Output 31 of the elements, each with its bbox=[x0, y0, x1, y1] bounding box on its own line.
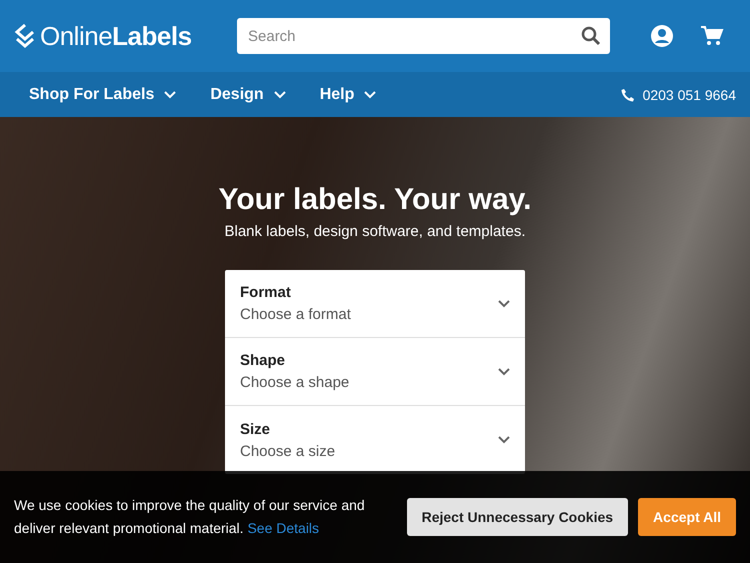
see-details-link[interactable]: See Details bbox=[247, 520, 320, 536]
search-icon[interactable] bbox=[581, 26, 601, 46]
hero-title: Your labels. Your way. bbox=[218, 183, 532, 217]
logo-icon bbox=[14, 23, 36, 49]
caret-icon bbox=[364, 90, 376, 98]
reject-button[interactable]: Reject Unnecessary Cookies bbox=[406, 498, 628, 536]
chevron-down-icon bbox=[498, 300, 510, 308]
finder-dropdown[interactable]: Size Choose a size bbox=[225, 406, 525, 474]
cart-icon[interactable] bbox=[700, 25, 724, 47]
phone-number: 0203 051 9664 bbox=[642, 86, 736, 102]
logo-text[interactable]: OnlineLabels bbox=[40, 20, 192, 52]
nav-menu-link[interactable]: Help bbox=[320, 86, 376, 104]
search-field[interactable]: Search bbox=[237, 18, 610, 54]
account-icon[interactable] bbox=[650, 24, 674, 48]
nav-menu-link[interactable]: Shop For Labels bbox=[29, 86, 176, 104]
chevron-down-icon bbox=[498, 436, 510, 444]
dropdown-label: Size bbox=[240, 420, 272, 438]
phone-icon bbox=[620, 88, 635, 102]
dropdown-label: Format bbox=[240, 284, 292, 301]
caret-icon bbox=[274, 90, 286, 98]
nav-menu-link[interactable]: Design bbox=[210, 86, 286, 104]
hero-subtitle: Blank labels, design software, and templates. bbox=[224, 223, 526, 240]
finder-dropdown[interactable]: Shape Choose a shape bbox=[225, 338, 525, 406]
dropdown-label: Shape bbox=[240, 352, 286, 369]
finder-dropdown[interactable]: Format Choose a format bbox=[225, 270, 525, 338]
chevron-down-icon bbox=[498, 368, 510, 376]
dropdown-value: Choose a shape bbox=[240, 374, 350, 391]
caret-icon bbox=[164, 90, 176, 98]
dropdown-value: Choose a size bbox=[240, 442, 336, 460]
cookie-message: We use cookies to improve the quality of our service and deliver relevant promotional material. See Details bbox=[14, 496, 366, 538]
dropdown-value: Choose a format bbox=[240, 306, 352, 323]
